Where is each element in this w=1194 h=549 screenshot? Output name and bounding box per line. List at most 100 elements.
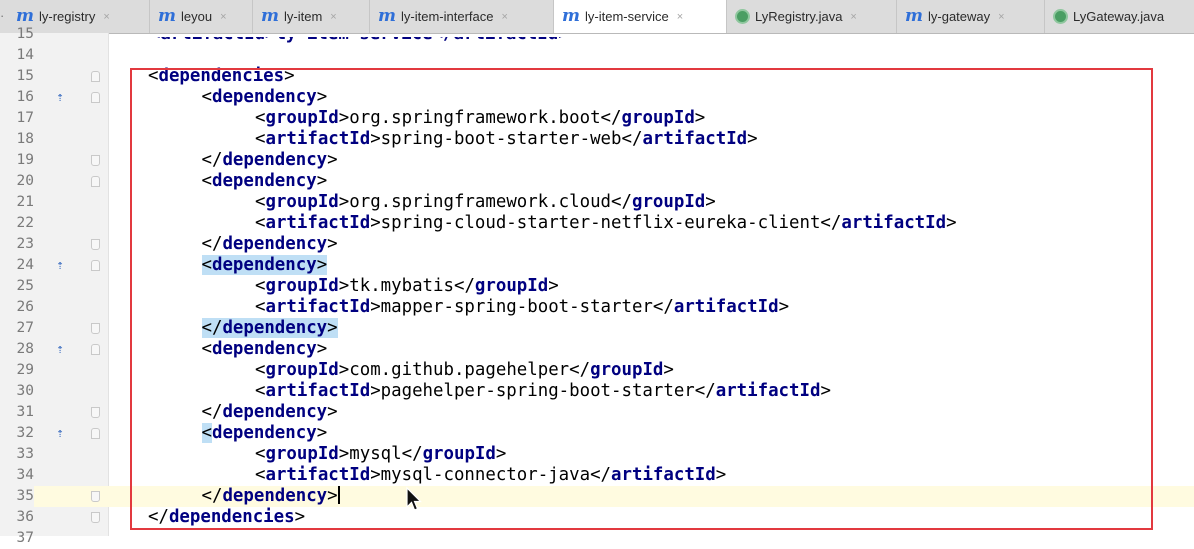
code-line[interactable]: 15 <artifactId>ly-item-service</artifact…	[0, 24, 1194, 45]
maven-module-icon: m	[261, 6, 279, 26]
close-tab-icon[interactable]: ×	[501, 11, 507, 23]
fold-marker-icon[interactable]	[91, 512, 100, 523]
code-line[interactable]: 18 <artifactId>spring-boot-starter-web</a…	[0, 129, 1194, 150]
code-line[interactable]: 32 ⇡ <dependency>	[0, 423, 1194, 444]
tag-bracket: </	[201, 486, 223, 506]
tag-bracket: </	[600, 108, 622, 128]
close-tab-icon[interactable]: ×	[998, 11, 1004, 23]
code-line[interactable]: 15 <dependencies>	[0, 66, 1194, 87]
tag-name: dependency	[211, 423, 317, 443]
code-line[interactable]: 29 <groupId>com.github.pagehelper</groupI…	[0, 360, 1194, 381]
tag-bracket: <	[255, 360, 266, 380]
code-line[interactable]: 33 <groupId>mysql</groupId>	[0, 444, 1194, 465]
line-number: 34	[16, 467, 34, 483]
line-number: 33	[16, 446, 34, 462]
tag-bracket: </	[621, 129, 643, 149]
tag-value: spring-cloud-starter-netflix-eureka-clie…	[380, 213, 821, 233]
close-tab-icon[interactable]: ×	[330, 11, 336, 23]
tag-name: artifactId	[265, 213, 371, 233]
line-number: 16	[16, 89, 34, 105]
fold-marker-icon[interactable]	[91, 71, 100, 82]
code-line[interactable]: 23 </dependency>	[0, 234, 1194, 255]
close-tab-icon[interactable]: ×	[850, 11, 856, 23]
tag-bracket: >	[327, 234, 338, 254]
maven-module-icon: m	[158, 6, 176, 26]
override-marker-icon[interactable]: ⇡	[53, 258, 67, 273]
fold-marker-icon[interactable]	[91, 92, 100, 103]
tag-name: artifactId	[841, 213, 947, 233]
tag-bracket: <	[201, 339, 212, 359]
tag-bracket: </	[694, 381, 716, 401]
tag-bracket: >	[316, 255, 328, 275]
override-marker-icon[interactable]: ⇡	[53, 426, 67, 441]
tag-bracket: >	[495, 444, 507, 464]
close-tab-icon[interactable]: ×	[103, 11, 109, 23]
fold-marker-icon[interactable]	[91, 407, 100, 418]
fold-marker-icon[interactable]	[91, 155, 100, 166]
line-number: 17	[16, 110, 34, 126]
code-line[interactable]: 17 <groupId>org.springframework.boot</gro…	[0, 108, 1194, 129]
text-caret	[337, 486, 340, 504]
code-line[interactable]: 37	[0, 528, 1194, 549]
code-line[interactable]: 20 <dependency>	[0, 171, 1194, 192]
fold-marker-icon[interactable]	[91, 344, 100, 355]
tag-bracket: >	[338, 360, 350, 380]
tag-name: groupId	[621, 108, 695, 128]
tag-name: artifactId	[265, 381, 371, 401]
code-line[interactable]: 36 </dependencies>	[0, 507, 1194, 528]
tag-name: dependency	[211, 339, 317, 359]
tag-bracket: >	[316, 339, 328, 359]
fold-marker-icon[interactable]	[91, 239, 100, 250]
tag-bracket: <	[255, 465, 266, 485]
code-editor[interactable]: 15 <artifactId>ly-item-service</artifact…	[0, 26, 1194, 546]
line-number: 37	[16, 530, 34, 546]
tag-bracket: <	[255, 444, 266, 464]
close-tab-icon[interactable]: ×	[220, 11, 226, 23]
code-line[interactable]: 22 <artifactId>spring-cloud-starter-netfl…	[0, 213, 1194, 234]
code-line[interactable]: 24 ⇡ <dependency>	[0, 255, 1194, 276]
line-number: 21	[16, 194, 34, 210]
tag-bracket: >	[316, 423, 328, 443]
tag-value: mysql	[349, 444, 402, 464]
fold-marker-icon[interactable]	[91, 428, 100, 439]
maven-module-icon: m	[378, 6, 396, 26]
tag-name: artifactId	[265, 129, 371, 149]
tag-bracket: </	[148, 507, 169, 527]
code-line[interactable]: 28 ⇡ <dependency>	[0, 339, 1194, 360]
code-line[interactable]: 30 <artifactId>pagehelper-spring-boot-sta…	[0, 381, 1194, 402]
fold-marker-icon[interactable]	[91, 491, 100, 502]
tag-name: artifactId	[265, 465, 371, 485]
tag-value: org.springframework.cloud	[349, 192, 612, 212]
code-line[interactable]: 19 </dependency>	[0, 150, 1194, 171]
tag-bracket: >	[316, 87, 328, 107]
tag-bracket: >	[370, 381, 381, 401]
override-marker-icon[interactable]: ⇡	[53, 90, 67, 105]
code-line[interactable]: 14	[0, 45, 1194, 66]
tag-name: dependency	[222, 318, 328, 338]
code-line[interactable]: 25 <groupId>tk.mybatis</groupId>	[0, 276, 1194, 297]
java-class-icon	[735, 9, 750, 24]
code-line[interactable]: 34 <artifactId>mysql-connector-java</arti…	[0, 465, 1194, 486]
tag-bracket: <	[201, 255, 212, 275]
override-marker-icon[interactable]: ⇡	[53, 342, 67, 357]
fold-marker-icon[interactable]	[91, 260, 100, 271]
tab-label: ly-item-interface	[401, 9, 494, 24]
tag-bracket: <	[255, 192, 266, 212]
tag-value: org.springframework.boot	[349, 108, 601, 128]
close-tab-icon[interactable]: ×	[677, 11, 683, 23]
line-number: 27	[16, 320, 34, 336]
code-line[interactable]: 21 <groupId>org.springframework.cloud</gr…	[0, 192, 1194, 213]
code-line[interactable]: 27 </dependency>	[0, 318, 1194, 339]
code-line[interactable]: 26 <artifactId>mapper-spring-boot-starter…	[0, 297, 1194, 318]
line-number: 30	[16, 383, 34, 399]
code-line[interactable]: 31 </dependency>	[0, 402, 1194, 423]
fold-marker-icon[interactable]	[91, 176, 100, 187]
line-number: 24	[16, 257, 34, 273]
line-number: 22	[16, 215, 34, 231]
tag-name: groupId	[590, 360, 664, 380]
tag-name: dependency	[222, 150, 328, 170]
tag-bracket: >	[338, 192, 350, 212]
fold-marker-icon[interactable]	[91, 323, 100, 334]
code-line[interactable]: 16 ⇡ <dependency>	[0, 87, 1194, 108]
code-line[interactable]: 35 </dependency>	[0, 486, 1194, 507]
